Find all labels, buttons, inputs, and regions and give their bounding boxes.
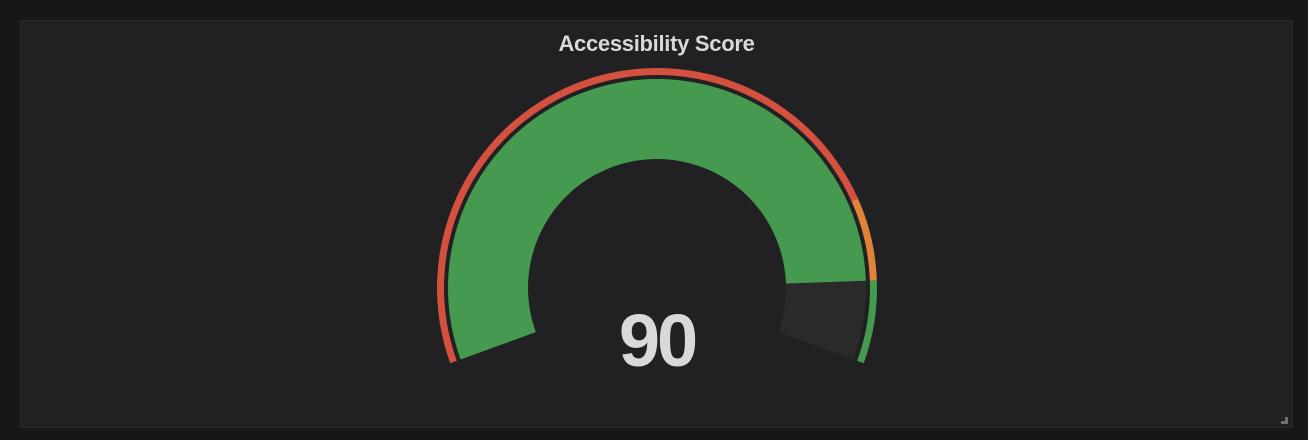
gauge-panel[interactable]: Accessibility Score 90 [20,20,1293,428]
resize-handle-icon[interactable] [1281,417,1288,424]
gauge-value-text: 90 [619,299,696,382]
gauge-chart: 90 [437,68,878,382]
